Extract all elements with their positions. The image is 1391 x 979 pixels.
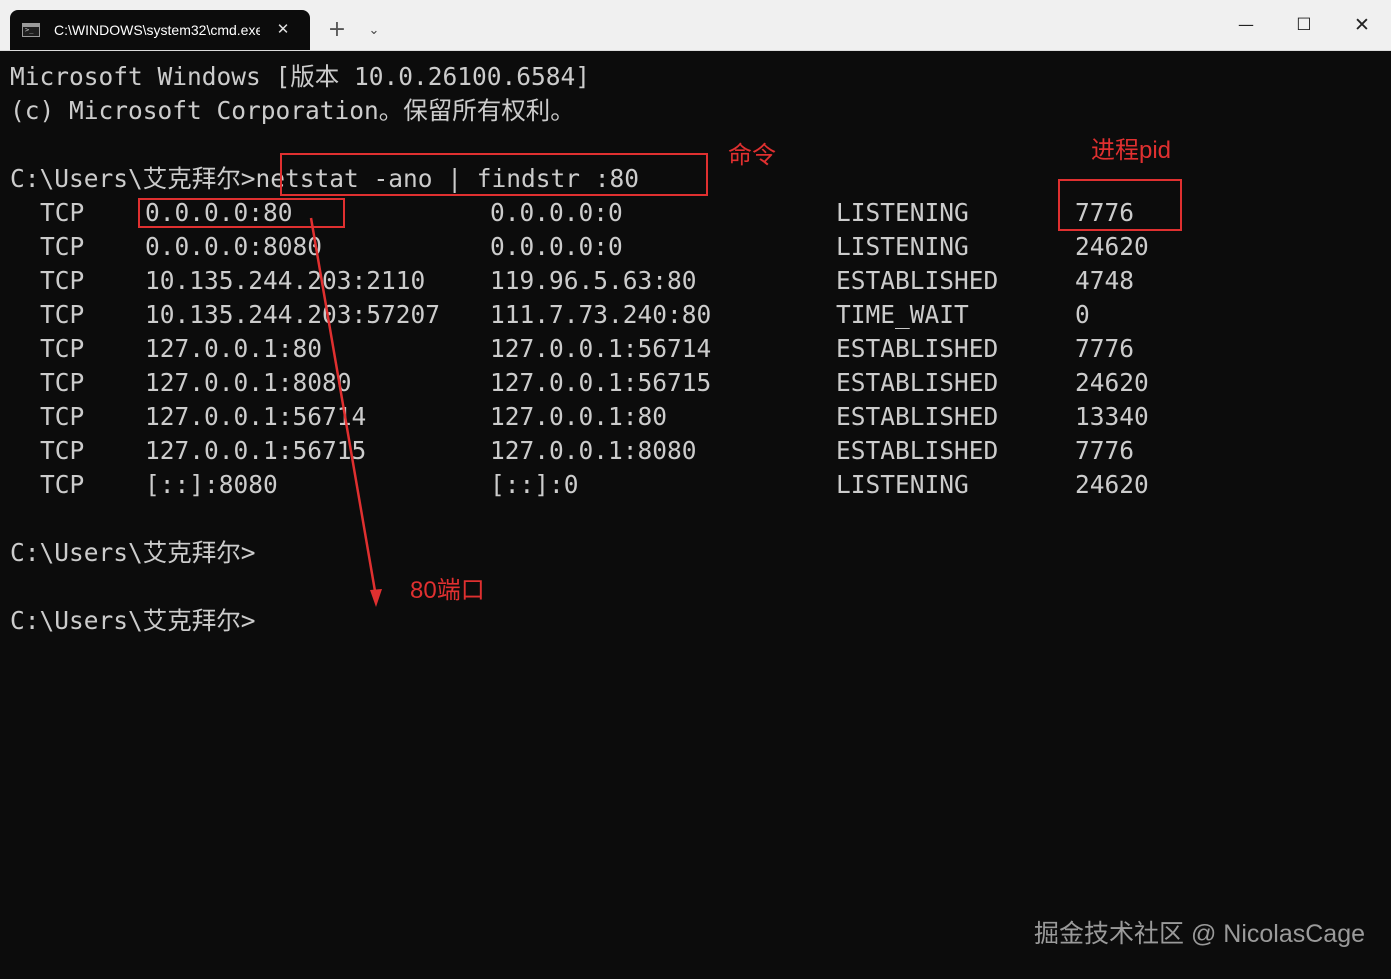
row-proto: TCP: [40, 266, 85, 295]
row-local-address: 0.0.0.0:8080: [145, 232, 323, 261]
command-annotation-label: 命令: [728, 142, 776, 169]
console-icon: [22, 23, 40, 37]
row-proto: TCP: [40, 334, 85, 363]
row-local-address: 127.0.0.1:80: [145, 334, 323, 363]
maximize-button[interactable]: ☐: [1284, 10, 1324, 40]
row-local-address: 10.135.244.203:57207: [145, 300, 441, 329]
row-proto: TCP: [40, 470, 85, 499]
tab-title: C:\WINDOWS\system32\cmd.exe: [54, 22, 260, 38]
row-foreign-address: 0.0.0.0:0: [490, 198, 623, 227]
close-tab-icon[interactable]: ✕: [272, 18, 294, 40]
prompt-line: C:\Users\艾克拜尔>: [10, 606, 256, 635]
row-proto: TCP: [40, 368, 85, 397]
row-state: ESTABLISHED: [836, 436, 999, 465]
row-pid: 13340: [1075, 402, 1149, 431]
row-proto: TCP: [40, 402, 85, 431]
close-window-button[interactable]: ✕: [1342, 10, 1382, 40]
row-foreign-address: 119.96.5.63:80: [490, 266, 697, 295]
row-foreign-address: 111.7.73.240:80: [490, 300, 712, 329]
pid-highlight-box: [1058, 179, 1182, 231]
row-foreign-address: 0.0.0.0:0: [490, 232, 623, 261]
row-foreign-address: 127.0.0.1:56715: [490, 368, 712, 397]
terminal-tab[interactable]: C:\WINDOWS\system32\cmd.exe ✕: [10, 10, 310, 50]
row-local-address: 127.0.0.1:56715: [145, 436, 367, 465]
row-pid: 0: [1075, 300, 1090, 329]
row-pid: 24620: [1075, 470, 1149, 499]
row-pid: 7776: [1075, 334, 1135, 363]
minimize-button[interactable]: —: [1226, 10, 1266, 40]
row-pid: 24620: [1075, 232, 1149, 261]
command-highlight-box: [280, 153, 708, 196]
row-proto: TCP: [40, 232, 85, 261]
row-local-address: 127.0.0.1:8080: [145, 368, 352, 397]
port-highlight-box: [138, 198, 345, 228]
new-tab-button[interactable]: +: [324, 17, 350, 43]
header-line-copyright: (c) Microsoft Corporation。保留所有权利。: [10, 96, 575, 125]
port-annotation-label: 80端口: [410, 577, 485, 604]
row-local-address: [::]:8080: [145, 470, 278, 499]
title-bar: C:\WINDOWS\system32\cmd.exe ✕ + ⌄ — ☐ ✕: [0, 0, 1391, 51]
row-state: ESTABLISHED: [836, 334, 999, 363]
row-foreign-address: 127.0.0.1:80: [490, 402, 668, 431]
row-state: LISTENING: [836, 232, 969, 261]
row-local-address: 127.0.0.1:56714: [145, 402, 367, 431]
row-foreign-address: 127.0.0.1:56714: [490, 334, 712, 363]
row-foreign-address: [::]:0: [490, 470, 579, 499]
watermark: 掘金技术社区 @ NicolasCage: [1034, 920, 1366, 948]
row-pid: 24620: [1075, 368, 1149, 397]
row-state: ESTABLISHED: [836, 368, 999, 397]
row-proto: TCP: [40, 436, 85, 465]
row-foreign-address: 127.0.0.1:8080: [490, 436, 697, 465]
row-proto: TCP: [40, 300, 85, 329]
row-state: LISTENING: [836, 470, 969, 499]
row-pid: 7776: [1075, 436, 1135, 465]
header-line-version: Microsoft Windows [版本 10.0.26100.6584]: [10, 62, 591, 91]
prompt-line: C:\Users\艾克拜尔>: [10, 538, 256, 567]
row-state: TIME_WAIT: [836, 300, 969, 329]
row-pid: 4748: [1075, 266, 1135, 295]
pid-annotation-label: 进程pid: [1091, 137, 1172, 164]
row-state: ESTABLISHED: [836, 402, 999, 431]
row-state: ESTABLISHED: [836, 266, 999, 295]
chevron-down-icon[interactable]: ⌄: [362, 19, 386, 43]
row-local-address: 10.135.244.203:2110: [145, 266, 426, 295]
row-proto: TCP: [40, 198, 85, 227]
row-state: LISTENING: [836, 198, 969, 227]
